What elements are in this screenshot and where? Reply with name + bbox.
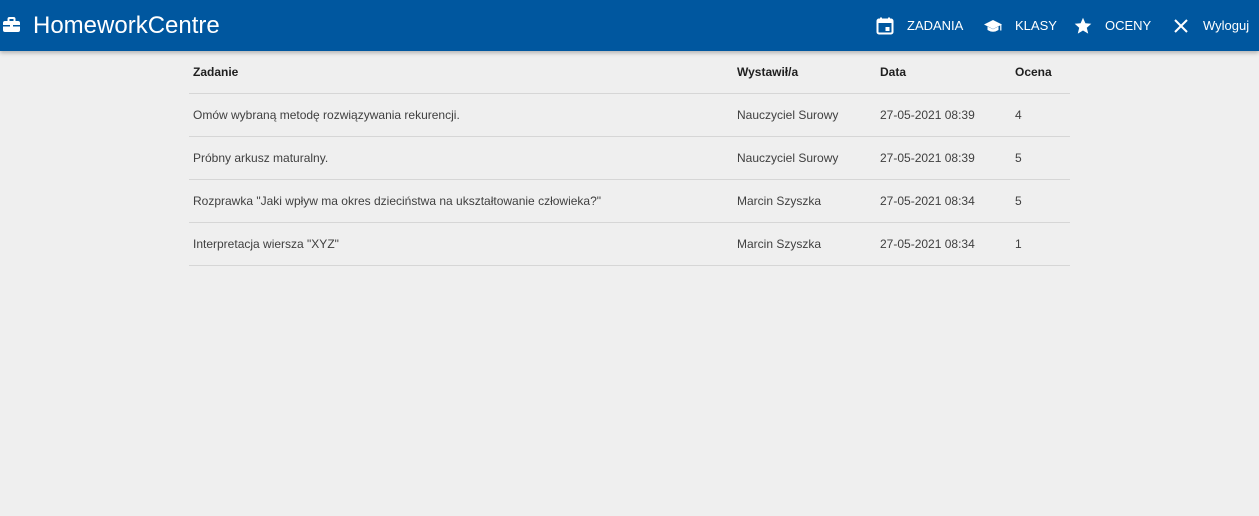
table-row[interactable]: Rozprawka "Jaki wpływ ma okres dziecińst… (189, 180, 1070, 223)
table-row[interactable]: Interpretacja wiersza "XYZ" Marcin Szysz… (189, 223, 1070, 266)
briefcase-icon (3, 17, 20, 32)
nav-zadania[interactable]: ZADANIA (876, 0, 963, 51)
nav-oceny[interactable]: OCENY (1074, 0, 1151, 51)
column-header-wystawil[interactable]: Wystawił/a (737, 51, 798, 93)
close-icon (1174, 18, 1188, 33)
table-row[interactable]: Próbny arkusz maturalny. Nauczyciel Suro… (189, 137, 1070, 180)
nav-wyloguj-label: Wyloguj (1203, 18, 1250, 33)
nav-klasy[interactable]: KLASY (984, 0, 1057, 51)
star-icon (1074, 17, 1092, 34)
teacher-cell: Nauczyciel Surowy (737, 108, 839, 122)
table-row[interactable]: Omów wybraną metodę rozwiązywania rekure… (189, 94, 1070, 137)
top-app-bar: HomeworkCentre ZADANIA KLASY OCENY Wylog… (0, 0, 1259, 51)
nav-oceny-label: OCENY (1105, 18, 1152, 33)
grade-cell: 5 (1015, 151, 1022, 165)
column-header-data[interactable]: Data (880, 51, 906, 93)
task-cell: Interpretacja wiersza "XYZ" (193, 237, 339, 251)
teacher-cell: Marcin Szyszka (737, 194, 822, 208)
table-header-row: Zadanie Wystawił/a Data Ocena (189, 51, 1070, 94)
grade-cell: 5 (1015, 194, 1022, 208)
nav-klasy-label: KLASY (1015, 18, 1057, 33)
grade-cell: 4 (1015, 108, 1022, 122)
grades-table: Zadanie Wystawił/a Data Ocena Omów wybra… (189, 51, 1070, 266)
date-cell: 27-05-2021 08:34 (880, 194, 975, 208)
nav-zadania-label: ZADANIA (907, 18, 964, 33)
task-cell: Omów wybraną metodę rozwiązywania rekure… (193, 108, 460, 122)
app-title: HomeworkCentre (33, 12, 220, 39)
graduation-cap-icon (984, 19, 1002, 32)
teacher-cell: Marcin Szyszka (737, 237, 822, 251)
calendar-icon (876, 17, 894, 34)
column-header-zadanie[interactable]: Zadanie (193, 51, 238, 93)
date-cell: 27-05-2021 08:39 (880, 151, 975, 165)
task-cell: Próbny arkusz maturalny. (193, 151, 329, 165)
date-cell: 27-05-2021 08:39 (880, 108, 975, 122)
teacher-cell: Nauczyciel Surowy (737, 151, 839, 165)
grade-cell: 1 (1015, 237, 1022, 251)
date-cell: 27-05-2021 08:34 (880, 237, 975, 251)
nav-wyloguj[interactable]: Wyloguj (1172, 0, 1249, 51)
task-cell: Rozprawka "Jaki wpływ ma okres dziecińst… (193, 194, 602, 208)
column-header-ocena[interactable]: Ocena (1015, 51, 1052, 93)
